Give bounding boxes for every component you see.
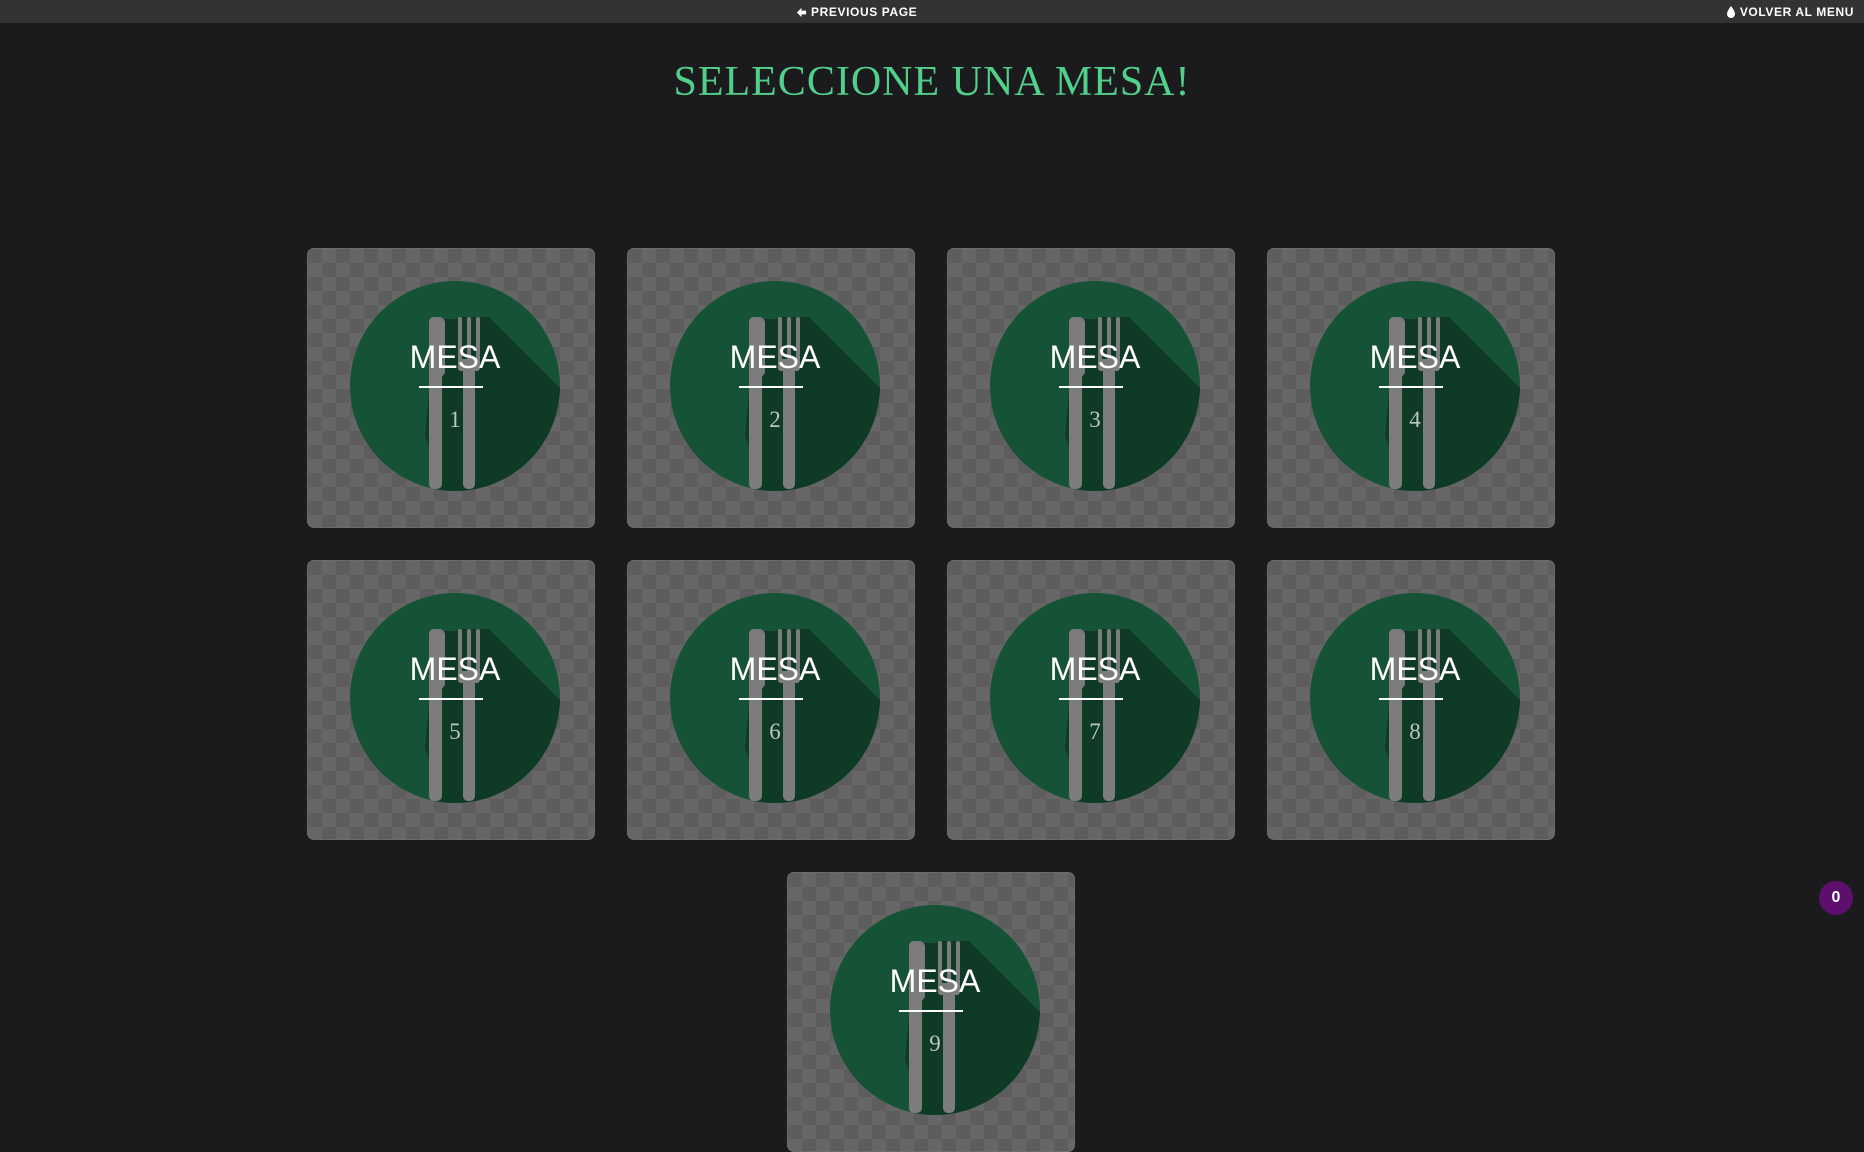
table-label: MESA — [889, 963, 981, 999]
table-label-divider — [739, 698, 803, 700]
table-card[interactable]: MESA 3 — [947, 248, 1235, 528]
fork-knife-icon: MESA 7 — [990, 593, 1200, 803]
fork-knife-icon: MESA 6 — [670, 593, 880, 803]
fork-knife-icon: MESA 8 — [1310, 593, 1520, 803]
table-number: 7 — [1089, 719, 1101, 744]
table-label: MESA — [1049, 651, 1141, 687]
table-number: 1 — [449, 407, 461, 432]
page-title: SELECCIONE UNA MESA! — [673, 59, 1191, 105]
table-number: 6 — [769, 719, 781, 744]
fork-knife-icon: MESA 1 — [350, 281, 560, 491]
table-label: MESA — [729, 339, 821, 375]
table-card[interactable]: MESA 7 — [947, 560, 1235, 840]
previous-page-label: PREVIOUS PAGE — [811, 5, 918, 19]
table-number: 4 — [1409, 407, 1421, 432]
notification-badge[interactable]: 0 — [1819, 881, 1853, 915]
table-label-divider — [1059, 386, 1123, 388]
arrow-left-icon — [796, 7, 807, 18]
previous-page-link[interactable]: PREVIOUS PAGE — [796, 5, 917, 19]
fork-knife-icon: MESA 9 — [830, 905, 1040, 1115]
table-number: 9 — [929, 1031, 941, 1056]
table-label-divider — [1379, 386, 1443, 388]
fork-knife-icon: MESA 3 — [990, 281, 1200, 491]
table-card[interactable]: MESA 1 — [307, 248, 595, 528]
table-label: MESA — [1049, 339, 1141, 375]
table-card[interactable]: MESA 8 — [1267, 560, 1555, 840]
table-card[interactable]: MESA 4 — [1267, 248, 1555, 528]
table-number: 3 — [1089, 407, 1101, 432]
table-label: MESA — [409, 651, 501, 687]
table-label-divider — [1379, 698, 1443, 700]
table-card[interactable]: MESA 5 — [307, 560, 595, 840]
fork-knife-icon: MESA 4 — [1310, 281, 1520, 491]
table-number: 2 — [769, 407, 781, 432]
table-label: MESA — [1369, 651, 1461, 687]
table-label-divider — [419, 698, 483, 700]
table-label: MESA — [729, 651, 821, 687]
droplet-icon — [1726, 6, 1736, 18]
fork-knife-icon: MESA 5 — [350, 593, 560, 803]
table-label-divider — [899, 1010, 963, 1012]
fork-knife-icon: MESA 2 — [670, 281, 880, 491]
table-number: 8 — [1409, 719, 1421, 744]
table-card[interactable]: MESA 2 — [627, 248, 915, 528]
back-to-menu-link[interactable]: VOLVER AL MENU — [1726, 5, 1854, 19]
table-label-divider — [419, 386, 483, 388]
table-number: 5 — [449, 719, 461, 744]
table-label-divider — [739, 386, 803, 388]
table-label-divider — [1059, 698, 1123, 700]
table-card[interactable]: MESA 6 — [627, 560, 915, 840]
table-label: MESA — [1369, 339, 1461, 375]
back-to-menu-label: VOLVER AL MENU — [1739, 5, 1854, 19]
table-label: MESA — [409, 339, 501, 375]
top-navigation-bar: PREVIOUS PAGE VOLVER AL MENU — [0, 0, 1864, 23]
table-card[interactable]: MESA 9 — [787, 872, 1075, 1152]
